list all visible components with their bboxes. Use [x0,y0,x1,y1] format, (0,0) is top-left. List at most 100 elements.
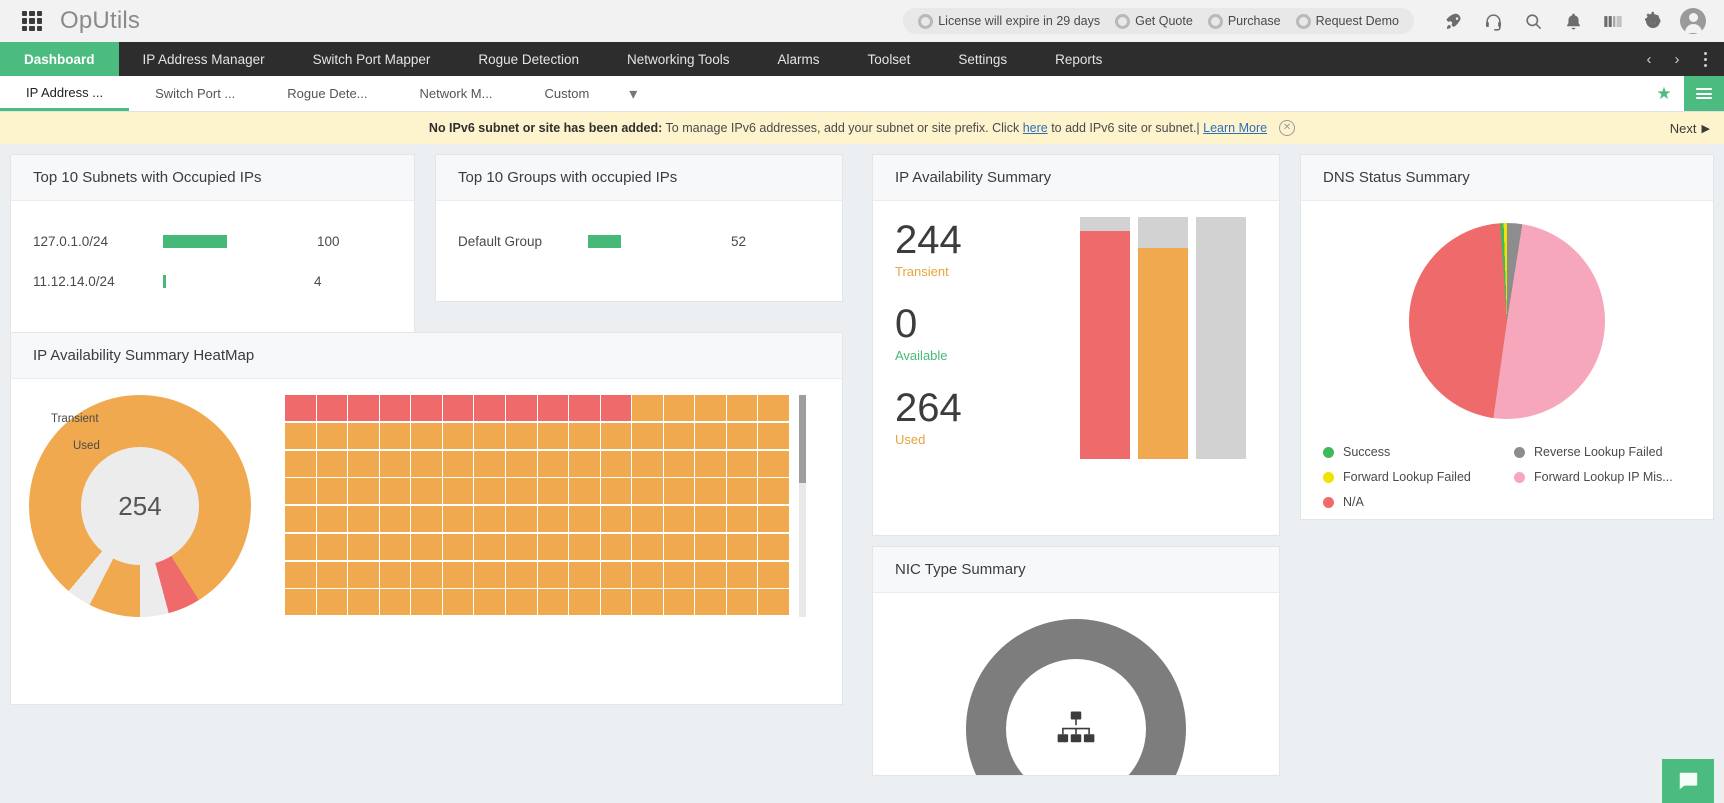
heatmap-cell[interactable] [600,395,633,422]
heatmap-cell[interactable] [505,422,538,450]
close-icon[interactable]: ✕ [1279,120,1296,136]
heatmap-cell[interactable] [600,561,633,589]
heatmap-cell[interactable] [758,561,790,589]
heatmap-cell[interactable] [379,422,412,450]
headset-icon[interactable] [1476,4,1510,38]
table-row[interactable]: Default Group 52 [458,221,820,261]
heatmap-cell[interactable] [537,506,570,533]
heatmap-cell[interactable] [285,533,317,561]
heatmap-cell[interactable] [316,589,349,617]
heatmap-cell[interactable] [505,478,538,506]
heatmap-cell[interactable] [695,395,727,422]
heatmap-cell[interactable] [505,561,538,589]
tab-network-monitor[interactable]: Network M... [394,76,519,111]
heatmap-cell[interactable] [411,533,443,561]
heatmap-cell[interactable] [695,533,727,561]
heatmap-cell[interactable] [316,395,349,422]
nav-item-settings[interactable]: Settings [934,42,1031,76]
bar-transient[interactable] [1138,217,1188,459]
heatmap-cell[interactable] [569,506,601,533]
more-options-icon[interactable] [1692,42,1718,76]
heatmap-cell[interactable] [442,506,475,533]
heatmap-cell[interactable] [569,533,601,561]
heatmap-cell[interactable] [726,450,759,478]
tab-ip-address[interactable]: IP Address ... [0,76,130,111]
heatmap-cell[interactable] [348,533,380,561]
heatmap-cell[interactable] [474,506,506,533]
heatmap-cell[interactable] [411,450,443,478]
heatmap-cell[interactable] [285,450,317,478]
legend-item-forward-lookup-failed[interactable]: Forward Lookup Failed [1323,470,1500,484]
heatmap-cell[interactable] [600,506,633,533]
heatmap-cell[interactable] [474,422,506,450]
heatmap-cell[interactable] [537,422,570,450]
heatmap-cell[interactable] [663,450,696,478]
heatmap-cell[interactable] [726,395,759,422]
heatmap-cell[interactable] [285,506,317,533]
heatmap-cell[interactable] [663,533,696,561]
heatmap-cell[interactable] [632,422,664,450]
nav-item-ip-address-manager[interactable]: IP Address Manager [119,42,289,76]
chevron-down-icon[interactable]: ▾ [615,76,651,111]
heatmap-cell[interactable] [726,478,759,506]
heatmap-cell[interactable] [379,478,412,506]
heatmap-cell[interactable] [411,561,443,589]
heatmap-cell[interactable] [348,589,380,617]
heatmap-cell[interactable] [569,450,601,478]
heatmap-cell[interactable] [758,395,790,422]
bar-used[interactable] [1080,217,1130,459]
nav-item-dashboard[interactable]: Dashboard [0,42,119,76]
heatmap-cell[interactable] [663,422,696,450]
table-row[interactable]: 127.0.1.0/24 100 [33,221,392,261]
heatmap-cell[interactable] [600,478,633,506]
heatmap-cell[interactable] [442,450,475,478]
heatmap-scrollbar[interactable] [799,395,806,617]
heatmap-cell[interactable] [600,589,633,617]
heatmap-cell[interactable] [663,506,696,533]
heatmap-cell[interactable] [663,478,696,506]
heatmap-cell[interactable] [285,422,317,450]
heatmap-cell[interactable] [411,478,443,506]
purchase-button[interactable]: Purchase [1203,13,1286,29]
nav-item-rogue-detection[interactable]: Rogue Detection [454,42,603,76]
heatmap-cell[interactable] [632,533,664,561]
heatmap-cell[interactable] [379,533,412,561]
nav-item-toolset[interactable]: Toolset [844,42,935,76]
heatmap-cell[interactable] [348,478,380,506]
favorite-star-icon[interactable]: ★ [1644,76,1684,111]
heatmap-cell[interactable] [442,478,475,506]
heatmap-cell[interactable] [474,478,506,506]
heatmap-cell[interactable] [537,589,570,617]
heatmap-cell[interactable] [505,450,538,478]
heatmap-cell[interactable] [442,561,475,589]
heatmap-cell[interactable] [600,422,633,450]
heatmap-cell[interactable] [379,395,412,422]
heatmap-cell[interactable] [442,533,475,561]
get-quote-button[interactable]: Get Quote [1110,13,1198,29]
heatmap-cell[interactable] [348,395,380,422]
heatmap-cell[interactable] [316,561,349,589]
heatmap-cell[interactable] [632,506,664,533]
banner-next-button[interactable]: Next ▶ [1670,121,1710,136]
heatmap-cell[interactable] [726,506,759,533]
gear-icon[interactable] [1636,4,1670,38]
heatmap-cell[interactable] [411,589,443,617]
user-avatar[interactable] [1680,8,1706,34]
heatmap-cell[interactable] [316,422,349,450]
heatmap-cell[interactable] [411,395,443,422]
heatmap-cell[interactable] [537,561,570,589]
nav-item-alarms[interactable]: Alarms [754,42,844,76]
heatmap-cell[interactable] [411,422,443,450]
heatmap-cell[interactable] [632,478,664,506]
heatmap-cell[interactable] [442,422,475,450]
heatmap-cell[interactable] [569,395,601,422]
heatmap-cell[interactable] [663,589,696,617]
heatmap-cell[interactable] [695,478,727,506]
heatmap-cell[interactable] [411,506,443,533]
heatmap-cell[interactable] [569,589,601,617]
heatmap-cell[interactable] [663,395,696,422]
heatmap-cell[interactable] [379,506,412,533]
heatmap-cell[interactable] [285,561,317,589]
heatmap-cell[interactable] [474,561,506,589]
heatmap-cell[interactable] [505,533,538,561]
